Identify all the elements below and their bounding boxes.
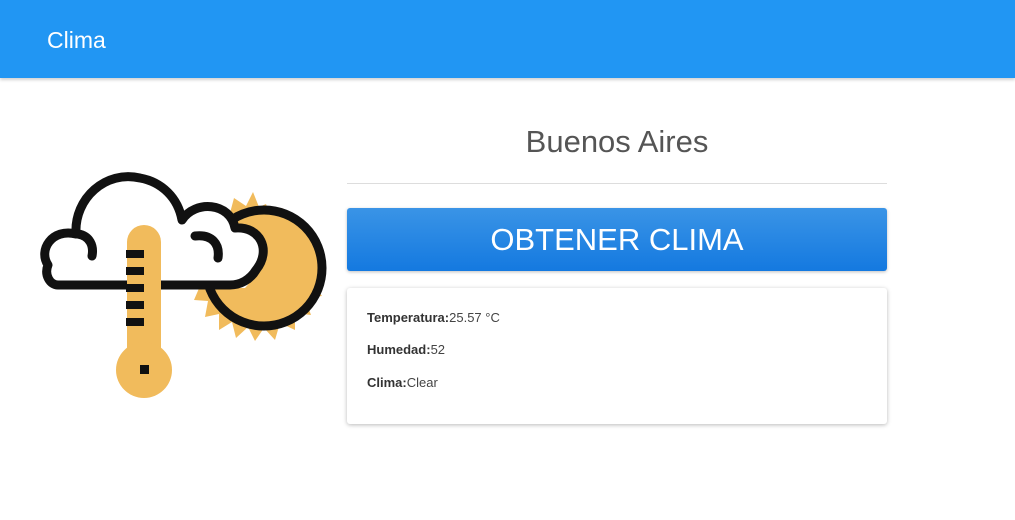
humidity-label: Humedad: [367,342,431,357]
condition-label: Clima: [367,375,407,390]
weather-illustration [30,100,335,405]
humidity-row: Humedad:52 [367,341,445,359]
navbar-brand-link[interactable]: Clima [47,25,106,55]
humidity-value: 52 [430,342,446,357]
temperature-row: Temperatura:25.57 °C [367,309,500,327]
weather-result-card: Temperatura:25.57 °C Humedad:52 Clima:Cl… [347,288,887,424]
top-navbar: Clima [0,0,1015,78]
sun-cloud-thermometer-icon [40,172,327,398]
condition-row: Clima:Clear [367,374,438,392]
temperature-value: 25.57 °C [449,310,500,325]
get-weather-button[interactable]: OBTENER CLIMA [347,208,887,271]
condition-value: Clear [406,375,438,390]
temperature-label: Temperatura: [367,310,450,325]
title-divider [347,183,887,184]
city-title: Buenos Aires [525,124,709,159]
